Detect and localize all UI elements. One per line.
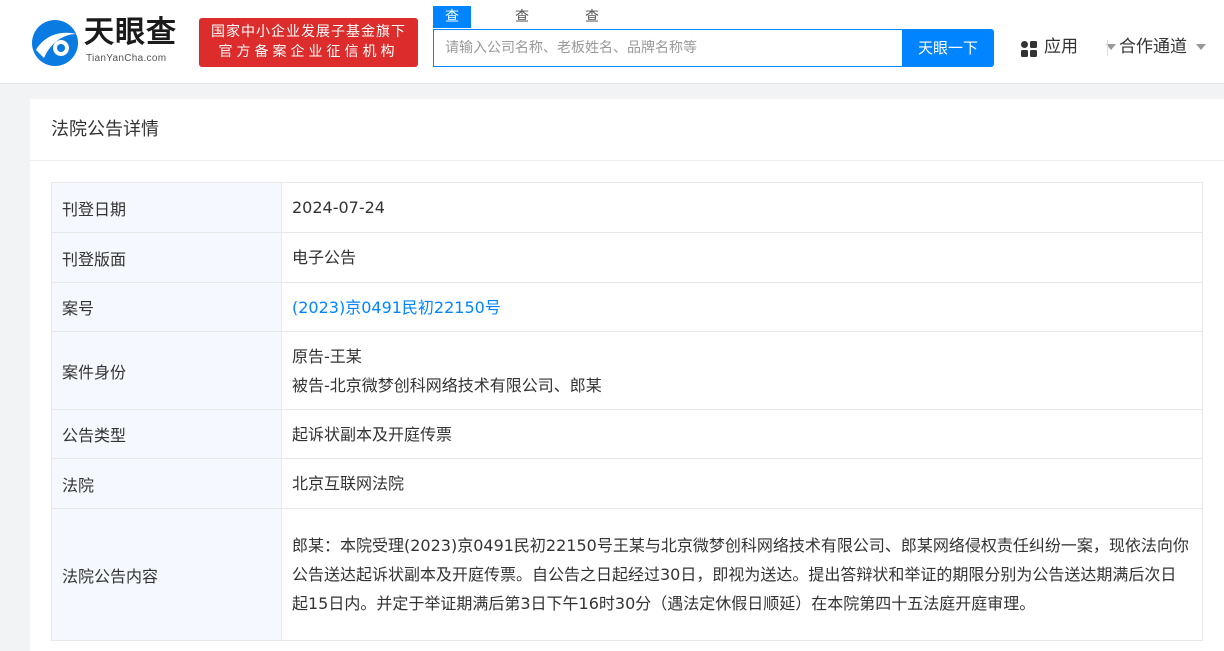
row-value-notice-content: 郎某：本院受理(2023)京0491民初22150号王某与北京微梦创科网络技术有…: [282, 509, 1203, 641]
row-value-court: 北京互联网法院: [282, 459, 1203, 509]
logo-domain: TianYanCha.com: [86, 53, 166, 64]
table-row: 案件身份 原告-王某 被告-北京微梦创科网络技术有限公司、郎某: [52, 332, 1203, 410]
detail-panel: 法院公告详情 刊登日期 2024-07-24 刊登版面 电子公告 案号 (202…: [30, 99, 1224, 651]
search-input[interactable]: [434, 30, 903, 66]
row-key-parties: 案件身份: [52, 332, 282, 410]
grid-icon: [1020, 40, 1038, 58]
table-row: 案号 (2023)京0491民初22150号: [52, 283, 1203, 332]
caret-down-icon: [1196, 44, 1206, 50]
badge-line-2: 官方备案企业征信机构: [199, 43, 418, 61]
party-plaintiff: 原告-王某: [292, 342, 1190, 371]
row-key-case-number: 案号: [52, 283, 282, 332]
row-key-notice-type: 公告类型: [52, 410, 282, 459]
row-key-notice-content: 法院公告内容: [52, 509, 282, 641]
table-row: 刊登版面 电子公告: [52, 233, 1203, 283]
badge-line-1: 国家中小企业发展子基金旗下: [199, 23, 418, 41]
table-row: 刊登日期 2024-07-24: [52, 183, 1203, 233]
table-row: 公告类型 起诉状副本及开庭传票: [52, 410, 1203, 459]
row-key-publish-section: 刊登版面: [52, 233, 282, 283]
nav-apps-label: 应用: [1044, 36, 1078, 58]
tianyancha-logo-icon[interactable]: [30, 18, 80, 68]
party-defendant: 被告-北京微梦创科网络技术有限公司、郎某: [292, 371, 1190, 400]
row-key-court: 法院: [52, 459, 282, 509]
search-button[interactable]: 天眼一下: [902, 29, 994, 67]
row-value-case-number: (2023)京0491民初22150号: [282, 283, 1203, 332]
nav-divider: [1107, 40, 1108, 56]
top-header: 天眼查 TianYanCha.com 国家中小企业发展子基金旗下 官方备案企业征…: [0, 0, 1224, 84]
row-key-publish-date: 刊登日期: [52, 183, 282, 233]
logo-wordmark[interactable]: 天眼查: [84, 16, 177, 50]
official-badge: 国家中小企业发展子基金旗下 官方备案企业征信机构: [199, 18, 418, 67]
row-value-publish-date: 2024-07-24: [282, 183, 1203, 233]
row-value-parties: 原告-王某 被告-北京微梦创科网络技术有限公司、郎某: [282, 332, 1203, 410]
case-number-link[interactable]: (2023)京0491民初22150号: [292, 298, 501, 317]
page-title: 法院公告详情: [30, 99, 1224, 161]
nav-cooperation-label: 合作通道: [1119, 36, 1187, 58]
row-value-notice-type: 起诉状副本及开庭传票: [282, 410, 1203, 459]
tab-search-company[interactable]: 查公司: [433, 6, 471, 28]
table-row: 法院公告内容 郎某：本院受理(2023)京0491民初22150号王某与北京微梦…: [52, 509, 1203, 641]
table-row: 法院 北京互联网法院: [52, 459, 1203, 509]
tab-search-boss[interactable]: 查老板: [515, 6, 529, 28]
row-value-publish-section: 电子公告: [282, 233, 1203, 283]
search-box: [433, 29, 903, 67]
tab-search-relation[interactable]: 查关系: [585, 6, 599, 28]
detail-table: 刊登日期 2024-07-24 刊登版面 电子公告 案号 (2023)京0491…: [51, 182, 1203, 641]
